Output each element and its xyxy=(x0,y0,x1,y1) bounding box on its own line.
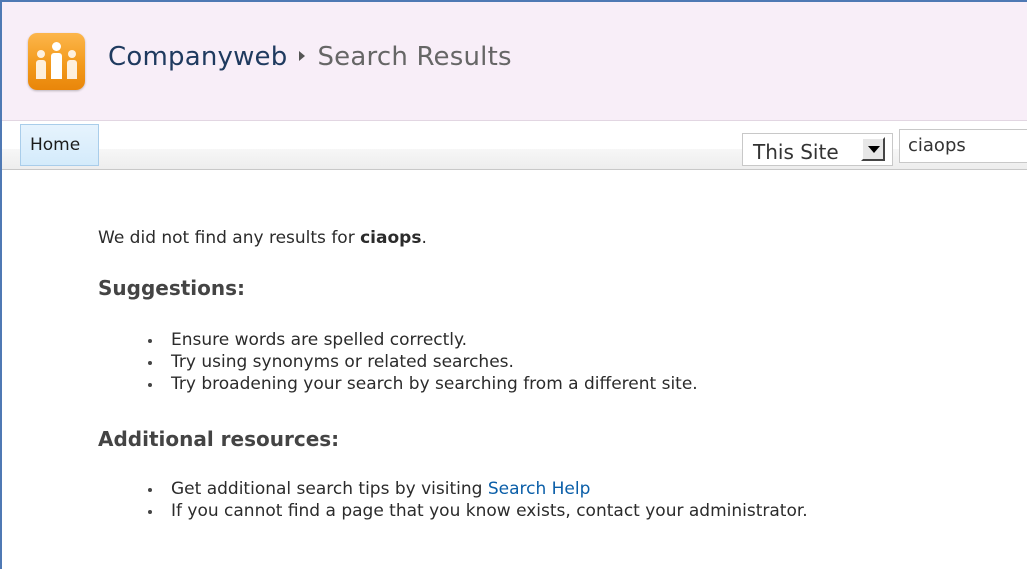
suggestions-list: Ensure words are spelled correctly. Try … xyxy=(146,329,698,395)
search-tips-text: Get additional search tips by visiting xyxy=(171,479,483,499)
additional-resources-heading: Additional resources: xyxy=(98,427,340,451)
breadcrumb-separator-icon xyxy=(299,51,306,61)
suggestions-heading: Suggestions: xyxy=(98,276,246,300)
title-area: Companyweb Search Results xyxy=(2,2,1027,121)
search-scope-dropdown[interactable]: This Site xyxy=(742,133,893,166)
breadcrumb-site-link[interactable]: Companyweb xyxy=(108,42,287,72)
resources-list: Get additional search tips by visiting S… xyxy=(146,478,808,522)
suggestion-item: Try using synonyms or related searches. xyxy=(146,351,698,373)
search-input[interactable]: ciaops xyxy=(899,129,1027,163)
resource-item-contact: If you cannot find a page that you know … xyxy=(146,500,808,522)
breadcrumb: Companyweb Search Results xyxy=(108,42,512,72)
top-nav-bar: Home This Site ciaops xyxy=(2,121,1027,170)
no-results-prefix: We did not find any results for xyxy=(98,228,355,248)
no-results-suffix: . xyxy=(421,228,427,248)
no-results-message: We did not find any results for ciaops. xyxy=(98,228,427,248)
people-group-icon[interactable] xyxy=(28,33,85,90)
suggestion-item: Ensure words are spelled correctly. xyxy=(146,329,698,351)
dropdown-arrow-icon[interactable] xyxy=(861,137,885,161)
resource-item-search-tips: Get additional search tips by visiting S… xyxy=(146,478,808,500)
tab-home[interactable]: Home xyxy=(20,124,99,166)
search-scope-value: This Site xyxy=(753,140,839,164)
no-results-query: ciaops xyxy=(360,228,422,248)
search-help-link[interactable]: Search Help xyxy=(488,479,591,499)
suggestion-item: Try broadening your search by searching … xyxy=(146,373,698,395)
page-title: Search Results xyxy=(317,42,512,72)
